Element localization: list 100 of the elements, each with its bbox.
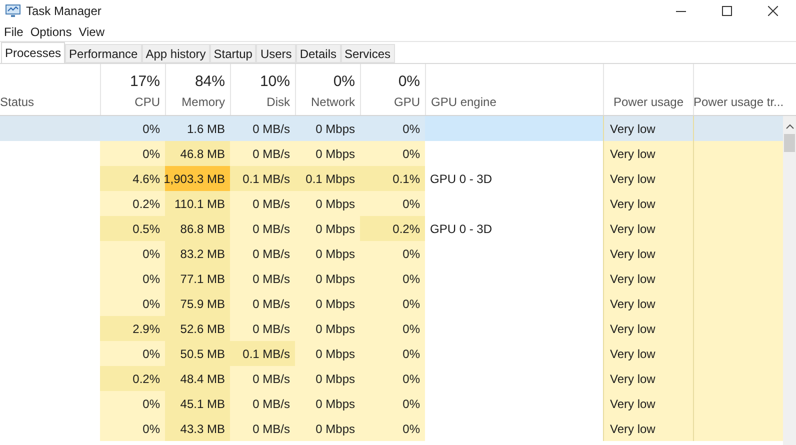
table-cell: 43.3 MB [165,416,230,441]
column-total: 0% [333,72,355,92]
table-cell: 0% [100,341,165,366]
table-cell: 75.9 MB [165,291,230,316]
table-cell: Very low [603,291,693,316]
table-cell: 0.1 Mbps [295,166,360,191]
column-header[interactable]: Disk [266,93,290,111]
table-cell: 86.8 MB [165,216,230,241]
table-cell: Very low [603,316,693,341]
table-cell: 1,903.3 MB [165,166,230,191]
table-cell: 0 Mbps [295,341,360,366]
table-cell: Very low [603,391,693,416]
table-cell: Very low [603,416,693,441]
table-cell: 0% [100,241,165,266]
close-icon [768,6,778,16]
table-cell: 52.6 MB [165,316,230,341]
table-cell: 0.1 MB/s [230,341,295,366]
table-cell: 0 Mbps [295,291,360,316]
table-cell: Very low [603,266,693,291]
table-cell: 0% [360,366,425,391]
table-cell: 0.2% [100,191,165,216]
column-header[interactable]: GPU [394,93,420,111]
menu-item[interactable]: Options [28,22,74,40]
minimize-icon [676,10,686,12]
table-cell: Very low [603,216,693,241]
scrollbar[interactable] [783,116,796,445]
table-cell: 4.6% [100,166,165,191]
table-cell: 0% [360,316,425,341]
tab[interactable]: Services [340,44,395,63]
column-header[interactable]: Memory [182,93,225,111]
table-cell: 0.2% [100,366,165,391]
table-cell: 0 MB/s [230,216,295,241]
scroll-up-icon [786,124,794,129]
table-cell: 0 Mbps [295,241,360,266]
column-header[interactable]: Network [310,93,355,111]
table-cell: 0 Mbps [295,191,360,216]
table-cell: 77.1 MB [165,266,230,291]
process-row[interactable]: 0% 1.6 MB 0 MB/s 0 Mbps 0% Very low [0,116,783,141]
table-cell: 0 Mbps [295,416,360,441]
table-cell: Very low [603,341,693,366]
table-cell: 0 MB/s [230,241,295,266]
column-total: 84% [194,72,225,92]
table-cell: 0 MB/s [230,141,295,166]
menu-item[interactable]: File [2,22,26,40]
table-cell: 0% [360,141,425,166]
table-cell-text: GPU 0 - 3D [430,170,492,188]
tab[interactable]: App history [142,44,210,63]
table-cell-text: GPU 0 - 3D [430,220,492,238]
scroll-thumb[interactable] [784,134,795,152]
table-cell: 0 Mbps [295,366,360,391]
column-header[interactable]: Status [0,93,34,111]
table-cell: 0% [360,191,425,216]
table-cell: 0 MB/s [230,416,295,441]
column-total: 0% [398,72,420,92]
table-cell: 48.4 MB [165,366,230,391]
table-cell: 0% [100,266,165,291]
column-header[interactable]: GPU engine [431,93,496,111]
table-cell: 0% [360,291,425,316]
tab[interactable]: Performance [65,44,142,63]
column-total: 17% [130,72,160,92]
table-cell: 0% [360,341,425,366]
table-cell: 0 MB/s [230,191,295,216]
table-cell: 0 Mbps [295,316,360,341]
table-cell: 0 Mbps [295,216,360,241]
table-cell: 0% [100,416,165,441]
table-cell: Very low [603,166,693,191]
table-cell: 0% [360,266,425,291]
table-cell: 0 MB/s [230,391,295,416]
window-title: Task Manager [26,3,102,20]
table-cell: 0.5% [100,216,165,241]
table-cell: 0 Mbps [295,266,360,291]
tab[interactable]: Users [256,44,296,63]
menu-item[interactable]: View [76,22,106,40]
table-cell: 0 MB/s [230,266,295,291]
column-header[interactable]: Power usage [613,93,684,111]
table-cell: Very low [603,191,693,216]
column-total: 10% [260,72,290,92]
table-cell: 50.5 MB [165,341,230,366]
column-header[interactable]: Power usage tr... [693,93,784,111]
table-cell: Very low [603,241,693,266]
monitor-icon [5,4,21,18]
table-cell: 0.1 MB/s [230,166,295,191]
column-header[interactable]: CPU [134,93,160,111]
maximize-icon [722,6,732,16]
table-cell: 0 MB/s [230,366,295,391]
table-cell: 0% [100,391,165,416]
table-cell: 0 MB/s [230,316,295,341]
tab[interactable]: Startup [210,44,256,63]
table-cell: 0% [360,241,425,266]
table-cell: 83.2 MB [165,241,230,266]
table-cell: 2.9% [100,316,165,341]
tab[interactable]: Processes [1,42,66,63]
table-cell: Very low [603,366,693,391]
table-cell: Very low [603,141,693,166]
tab[interactable]: Details [296,44,340,63]
table-cell: 0 Mbps [295,141,360,166]
table-cell: 0% [100,291,165,316]
table-cell: 0 MB/s [230,291,295,316]
table-cell: 46.8 MB [165,141,230,166]
table-cell: 0% [360,391,425,416]
